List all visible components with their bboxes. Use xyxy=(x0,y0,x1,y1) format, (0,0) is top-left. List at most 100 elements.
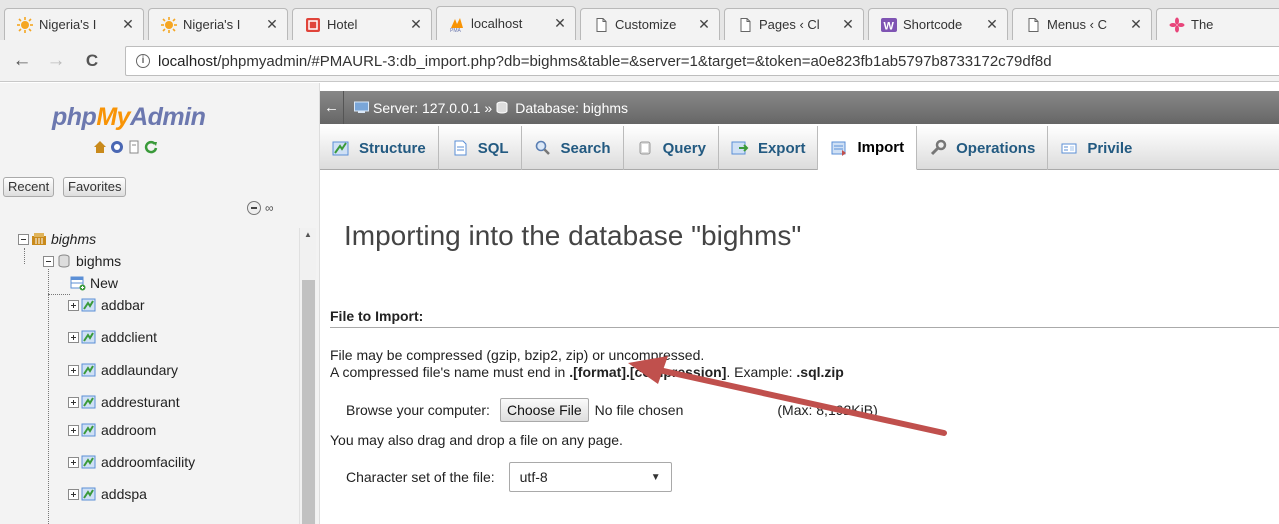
file-upload-row: Browse your computer: Choose File No fil… xyxy=(346,398,878,422)
browse-label: Browse your computer: xyxy=(346,402,490,418)
expand-icon[interactable] xyxy=(68,396,79,408)
choose-file-button[interactable]: Choose File xyxy=(499,398,589,422)
tree-node-label[interactable]: addroom xyxy=(101,422,156,438)
tree-guide xyxy=(48,294,70,295)
forward-arrow-icon[interactable]: → xyxy=(44,49,68,73)
reload-navigation-icon[interactable] xyxy=(144,140,158,154)
tree-node-label[interactable]: addspa xyxy=(101,486,147,502)
tree-node-label[interactable]: addroomfacility xyxy=(101,454,195,470)
phpmyadmin-logo[interactable]: phpMyAdmin xyxy=(52,103,206,132)
back-arrow-icon[interactable]: ← xyxy=(10,49,34,73)
tree-node-table[interactable]: addclient xyxy=(68,326,157,348)
tab-label: Query xyxy=(662,139,706,157)
breadcrumb-server[interactable]: Server: 127.0.0.1 xyxy=(373,100,480,116)
tree-node-table[interactable]: addresturant xyxy=(68,391,180,413)
collapse-all-icon[interactable] xyxy=(247,201,261,215)
docs-icon[interactable] xyxy=(127,140,141,154)
svg-text:W: W xyxy=(884,20,895,32)
hotel-logo-icon xyxy=(305,17,321,33)
tab-privileges[interactable]: Privile xyxy=(1048,126,1144,170)
sun-logo-icon xyxy=(161,16,177,33)
browser-tab-1[interactable]: Nigeria's I ✕ xyxy=(4,8,144,40)
charset-select[interactable]: utf-8 ▼ xyxy=(508,462,672,492)
expand-icon[interactable] xyxy=(68,331,79,343)
tree-node-table[interactable]: addroomfacility xyxy=(68,451,195,473)
breadcrumb-database[interactable]: Database: bighms xyxy=(515,100,628,116)
address-bar[interactable]: i localhost/phpmyadmin/#PMAURL-3:db_impo… xyxy=(125,46,1279,76)
tab-label: Operations xyxy=(956,139,1036,157)
scroll-up-icon[interactable]: ▲ xyxy=(304,230,312,239)
close-icon[interactable]: ✕ xyxy=(265,16,279,33)
browser-tab-7[interactable]: W Shortcode ✕ xyxy=(868,8,1008,40)
tree-node-table[interactable]: addroom xyxy=(68,419,156,441)
tree-node-database[interactable]: bighms xyxy=(43,250,121,272)
close-icon[interactable]: ✕ xyxy=(409,16,423,33)
tab-sql[interactable]: SQL xyxy=(439,126,522,170)
info-icon[interactable]: i xyxy=(136,54,150,68)
expand-icon[interactable] xyxy=(68,456,79,468)
tree-node-label[interactable]: New xyxy=(90,275,118,291)
browser-tab-title: Menus ‹ C xyxy=(1047,17,1107,32)
drag-drop-note: You may also drag and drop a file on any… xyxy=(330,432,623,448)
sun-logo-icon xyxy=(17,16,33,33)
browser-tab-3[interactable]: Hotel ✕ xyxy=(292,8,432,40)
breadcrumb: ← Server: 127.0.0.1 » Database: bighms xyxy=(320,91,1279,124)
tree-node-table[interactable]: addspa xyxy=(68,483,147,505)
charset-value: utf-8 xyxy=(519,469,548,485)
browser-tab-9[interactable]: The xyxy=(1156,8,1279,40)
scrollbar-thumb[interactable] xyxy=(302,280,315,524)
woocommerce-logo-icon: W xyxy=(881,17,897,33)
tab-search[interactable]: Search xyxy=(522,126,624,170)
tree-node-server[interactable]: bighms xyxy=(18,228,96,250)
tree-node-label[interactable]: addlaundary xyxy=(101,362,178,378)
browser-tab-5[interactable]: Customize ✕ xyxy=(580,8,720,40)
browser-tab-4-active[interactable]: PMA localhost ✕ xyxy=(436,6,576,40)
expand-icon[interactable] xyxy=(68,424,79,436)
tab-label: Structure xyxy=(359,139,426,157)
tab-query[interactable]: Query xyxy=(624,126,719,170)
tree-node-label[interactable]: addbar xyxy=(101,297,145,313)
tree-node-label[interactable]: bighms xyxy=(76,253,121,269)
close-icon[interactable]: ✕ xyxy=(1129,16,1143,33)
privileges-icon xyxy=(1060,139,1078,157)
close-icon[interactable]: ✕ xyxy=(697,16,711,33)
browser-toolbar: ← → C i localhost/phpmyadmin/#PMAURL-3:d… xyxy=(0,40,1279,82)
tree-guide xyxy=(24,248,25,264)
recent-tab[interactable]: Recent xyxy=(3,177,55,197)
close-icon[interactable]: ✕ xyxy=(841,16,855,33)
page-icon xyxy=(593,17,609,33)
expand-icon[interactable] xyxy=(68,488,79,500)
browser-tab-2[interactable]: Nigeria's I ✕ xyxy=(148,8,288,40)
tab-export[interactable]: Export xyxy=(719,126,819,170)
tree-node-label[interactable]: bighms xyxy=(51,231,96,247)
logout-icon[interactable] xyxy=(110,140,124,154)
tree-node-table[interactable]: addbar xyxy=(68,294,145,316)
tab-operations[interactable]: Operations xyxy=(917,126,1049,170)
browser-tab-title: localhost xyxy=(471,16,523,31)
expand-icon[interactable] xyxy=(68,299,79,311)
reload-icon[interactable]: C xyxy=(80,49,104,73)
collapse-icon[interactable] xyxy=(43,255,54,267)
export-icon xyxy=(731,139,749,157)
collapse-icon[interactable] xyxy=(18,233,29,245)
expand-icon[interactable] xyxy=(68,364,79,376)
compression-note: File may be compressed (gzip, bzip2, zip… xyxy=(330,347,705,363)
tree-node-table[interactable]: addlaundary xyxy=(68,359,178,381)
browser-tab-8[interactable]: Menus ‹ C ✕ xyxy=(1012,8,1152,40)
tree-node-new[interactable]: New xyxy=(70,272,118,294)
tree-node-label[interactable]: addclient xyxy=(101,329,157,345)
page-icon xyxy=(737,17,753,33)
structure-icon xyxy=(332,139,350,157)
home-icon[interactable] xyxy=(93,140,107,154)
navigation-scrollbar[interactable]: ▲ xyxy=(299,228,316,524)
tab-import[interactable]: Import xyxy=(818,126,918,170)
close-icon[interactable]: ✕ xyxy=(985,16,999,33)
close-icon[interactable]: ✕ xyxy=(553,15,567,32)
tree-node-label[interactable]: addresturant xyxy=(101,394,180,410)
browser-tab-6[interactable]: Pages ‹ Cl ✕ xyxy=(724,8,864,40)
favorites-tab[interactable]: Favorites xyxy=(63,177,127,197)
tab-structure[interactable]: Structure xyxy=(320,126,439,170)
link-with-main-icon[interactable]: ∞ xyxy=(265,201,274,215)
collapse-navigation-icon[interactable]: ← xyxy=(320,91,344,124)
close-icon[interactable]: ✕ xyxy=(121,16,135,33)
